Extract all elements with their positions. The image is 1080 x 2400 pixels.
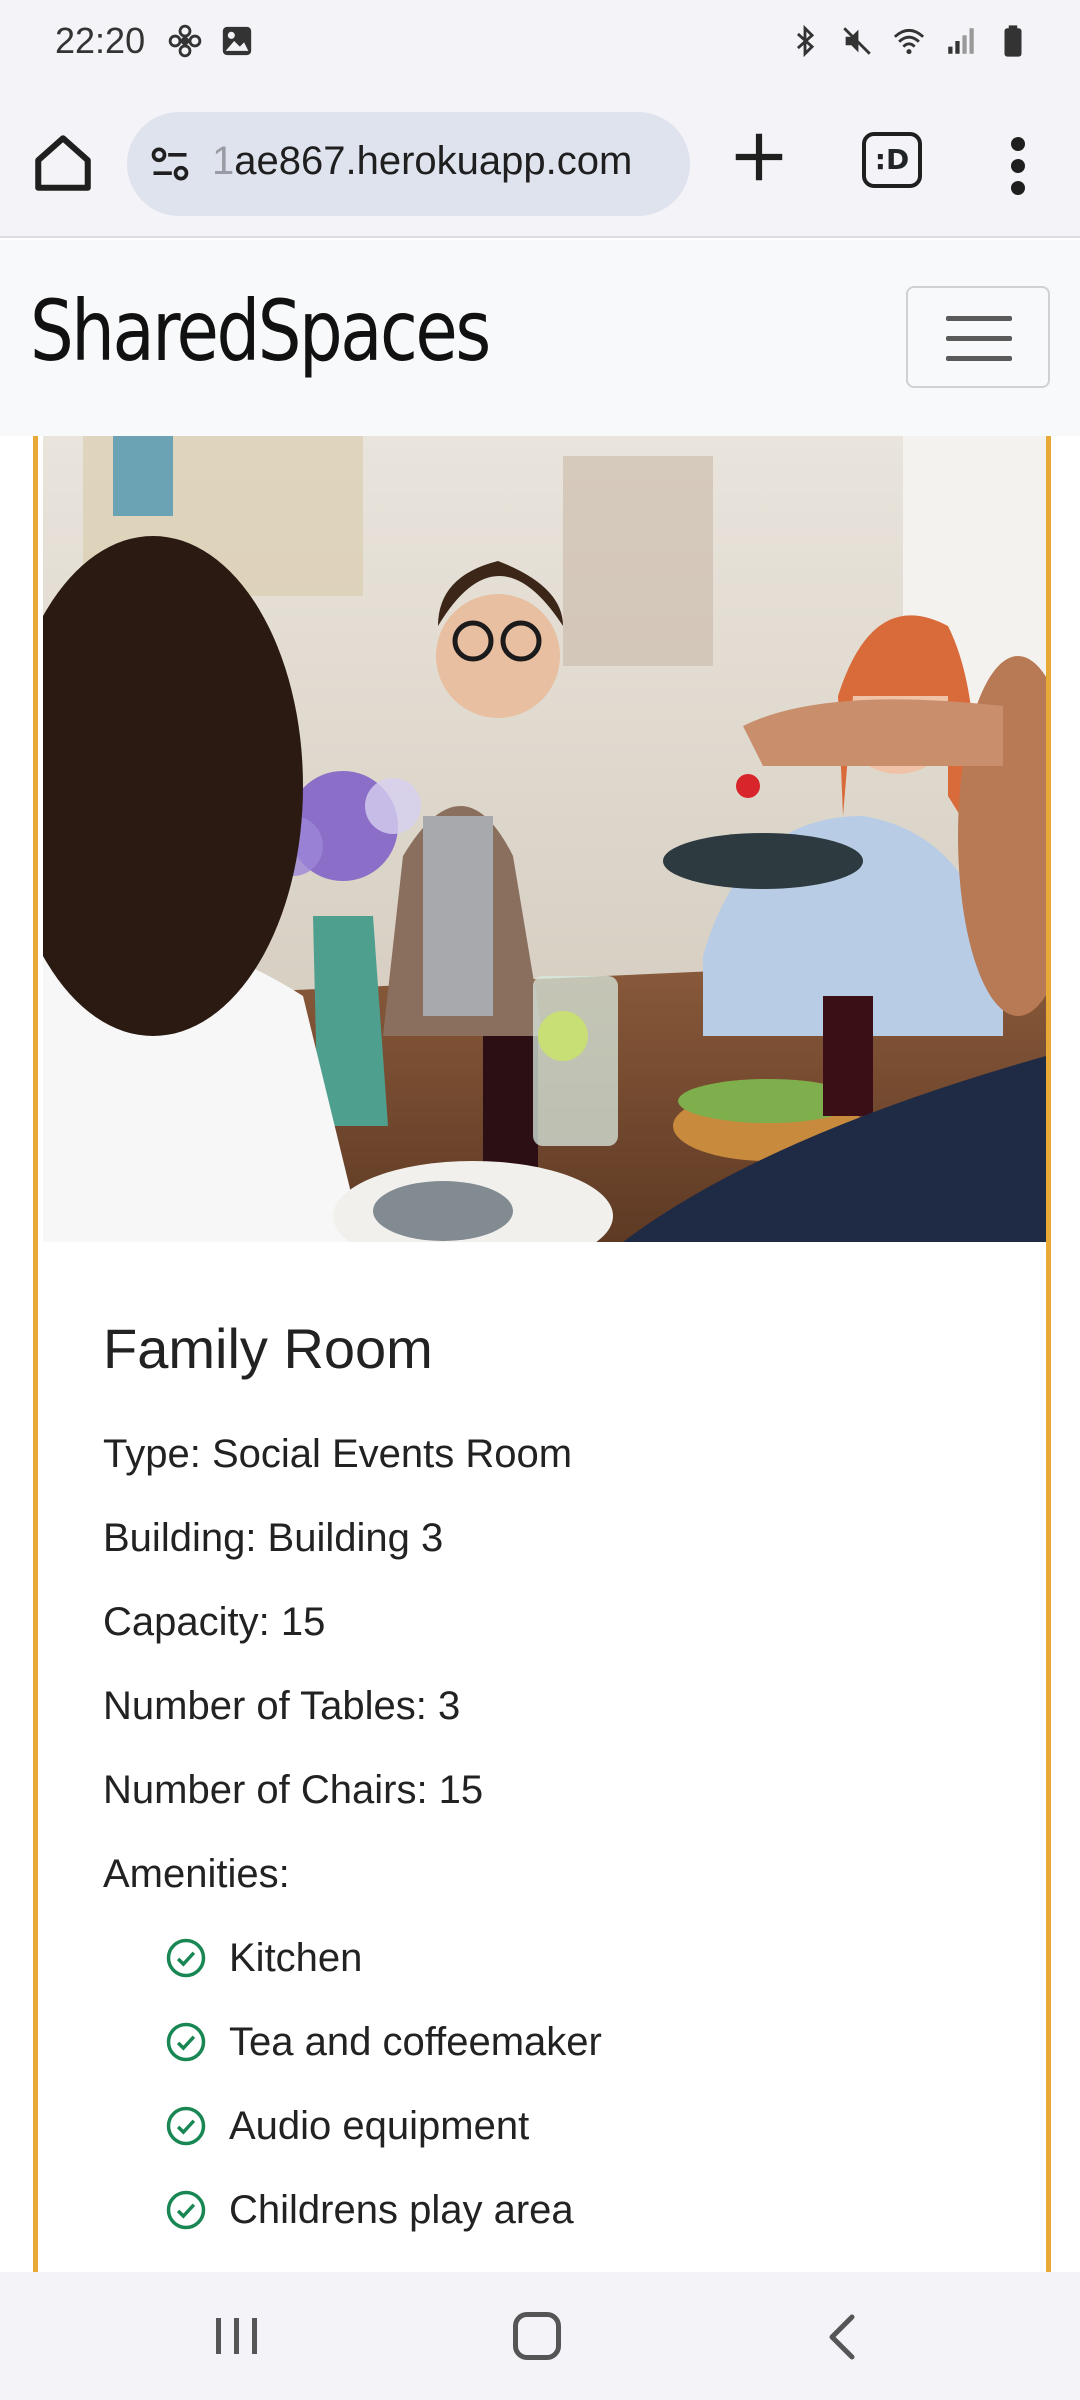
amenity-label: Kitchen — [229, 1936, 363, 1980]
check-circle-icon — [166, 2190, 206, 2230]
room-title: Family Room — [103, 1317, 433, 1380]
amenity-label: Tea and coffeemaker — [229, 2020, 602, 2064]
wifi-icon — [893, 28, 925, 55]
amenity-item: Childrens play area — [103, 2185, 1003, 2269]
flower-icon — [168, 24, 202, 58]
signal-icon — [948, 28, 974, 54]
tab-switcher-button[interactable]: :D — [862, 132, 922, 188]
navbar-toggler-button[interactable] — [906, 286, 1050, 388]
room-chairs: Number of Chairs: 15 — [103, 1768, 484, 1812]
amenity-item: Audio equipment — [103, 2101, 1003, 2185]
battery-icon — [1004, 25, 1022, 57]
amenity-label: Audio equipment — [229, 2104, 530, 2148]
amenities-heading: Amenities: — [103, 1852, 290, 1896]
back-icon[interactable] — [822, 2312, 862, 2362]
room-type: Type: Social Events Room — [103, 1432, 573, 1476]
hamburger-icon — [946, 316, 1012, 321]
image-icon — [222, 26, 252, 56]
status-time: 22:20 — [55, 20, 146, 61]
home-icon[interactable] — [30, 130, 96, 196]
check-circle-icon — [166, 2022, 206, 2062]
check-circle-icon — [166, 1938, 206, 1978]
amenity-label: Childrens play area — [229, 2188, 574, 2232]
room-building: Building: Building 3 — [103, 1516, 444, 1560]
bluetooth-icon — [796, 24, 815, 58]
new-tab-icon[interactable] — [728, 126, 790, 188]
recents-icon[interactable] — [212, 2314, 262, 2358]
amenities-list: Kitchen Tea and coffeemaker Audio equipm… — [103, 1933, 1003, 2269]
check-circle-icon — [166, 2106, 206, 2146]
android-nav-bar — [0, 2272, 1080, 2400]
url-text: 1ae867.herokuapp.com — [212, 139, 633, 183]
room-capacity: Capacity: 15 — [103, 1600, 326, 1644]
brand-logo[interactable]: SharedSpaces — [30, 282, 491, 380]
room-details: Family Room Type: Social Events Room Bui… — [103, 1316, 1003, 2269]
more-menu-icon[interactable] — [1003, 136, 1033, 196]
room-tables: Number of Tables: 3 — [103, 1684, 461, 1728]
mute-icon — [843, 27, 871, 55]
site-settings-icon[interactable] — [147, 142, 193, 186]
room-card: Family Room Type: Social Events Room Bui… — [33, 436, 1051, 2272]
amenity-item: Kitchen — [103, 1933, 1003, 2017]
address-bar[interactable]: 1ae867.herokuapp.com — [127, 112, 690, 216]
site-navbar: SharedSpaces — [0, 240, 1080, 436]
home-nav-icon[interactable] — [513, 2312, 561, 2360]
status-bar: 22:20 — [0, 0, 1080, 88]
browser-toolbar: 1ae867.herokuapp.com :D — [0, 88, 1080, 238]
room-photo — [43, 436, 1046, 1242]
amenity-item: Tea and coffeemaker — [103, 2017, 1003, 2101]
